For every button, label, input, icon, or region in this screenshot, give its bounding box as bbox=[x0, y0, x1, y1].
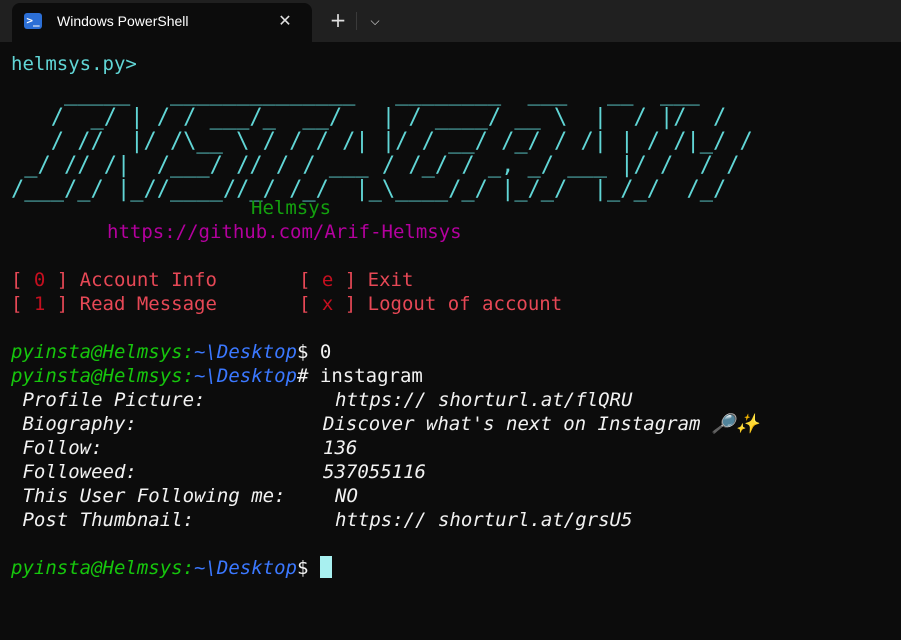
info-value: 537055116 bbox=[323, 461, 426, 483]
text-cursor bbox=[319, 556, 332, 578]
banner-line: /___/_/ |_//____//_/ /_/ |_\____/_/ |_/_… bbox=[11, 177, 727, 202]
command-line: pyinsta@Helmsys:~\Desktop$ 0 bbox=[11, 340, 331, 364]
prompt-symbol: $ bbox=[296, 341, 309, 363]
profile-dropdown-button[interactable]: ⌵ bbox=[362, 8, 388, 34]
command-text: 0 bbox=[308, 341, 332, 363]
banner-line: _____ ______________ ________ ___ __ ___ bbox=[11, 81, 700, 106]
info-value: NO bbox=[335, 485, 358, 507]
banner-line: _/ // /| /___/ // / / ___ / /_/ / _, _/ … bbox=[11, 153, 740, 178]
author-name: Helmsys bbox=[251, 197, 332, 219]
tab-title: Windows PowerShell bbox=[57, 13, 189, 29]
menu-row: [ 1 ] Read Message bbox=[11, 293, 217, 315]
script-prompt: helmsys.py> bbox=[11, 53, 137, 75]
menu-key: x bbox=[321, 293, 334, 315]
info-label: Follow: bbox=[11, 437, 103, 459]
prompt-symbol: $ bbox=[296, 557, 309, 579]
prompt-path: ~\Desktop bbox=[194, 557, 297, 579]
close-icon[interactable]: ✕ bbox=[274, 10, 296, 32]
prompt-user: pyinsta@Helmsys: bbox=[11, 557, 195, 579]
tab-divider bbox=[356, 12, 357, 30]
info-label: Biography: bbox=[11, 413, 137, 435]
powershell-icon: >_ bbox=[24, 13, 42, 29]
info-value: Discover what's next on Instagram 🔎✨ bbox=[323, 413, 760, 435]
menu-row: [ 0 ] Account Info bbox=[11, 269, 217, 291]
menu-key: 1 bbox=[33, 293, 46, 315]
terminal-output[interactable]: helmsys.py> _____ ______________ _______… bbox=[0, 42, 901, 640]
menu-label: Exit bbox=[367, 269, 414, 291]
prompt-path: ~\Desktop bbox=[194, 365, 297, 387]
prompt-user: pyinsta@Helmsys: bbox=[11, 365, 195, 387]
menu-key: e bbox=[321, 269, 334, 291]
prompt-symbol: # bbox=[296, 365, 309, 387]
info-value: 136 bbox=[323, 437, 358, 459]
menu-row: [ x ] Logout of account bbox=[299, 293, 563, 315]
prompt-path: ~\Desktop bbox=[194, 341, 297, 363]
info-label: This User Following me: bbox=[11, 485, 286, 507]
github-url: https://github.com/Arif-Helmsys bbox=[107, 221, 462, 243]
menu-label: Logout of account bbox=[367, 293, 563, 315]
new-tab-button[interactable]: + bbox=[324, 8, 352, 34]
command-line: pyinsta@Helmsys:~\Desktop# instagram bbox=[11, 364, 423, 388]
info-value: https:// shorturl.at/flQRU bbox=[335, 389, 633, 411]
menu-label: Account Info bbox=[79, 269, 217, 291]
tab-windows-powershell[interactable]: >_ Windows PowerShell ✕ bbox=[12, 3, 312, 42]
command-text: instagram bbox=[308, 365, 423, 387]
chevron-down-icon: ⌵ bbox=[370, 14, 380, 28]
info-label: Post Thumbnail: bbox=[11, 509, 195, 531]
info-label: Followeed: bbox=[11, 461, 137, 483]
menu-row: [ e ] Exit bbox=[299, 269, 414, 291]
active-prompt[interactable]: pyinsta@Helmsys:~\Desktop$ bbox=[11, 556, 332, 580]
banner-line: / // |/ /\__ \ / / / /| |/ / __/ /_/ / /… bbox=[11, 129, 753, 154]
banner-line: / _/ | / / ___/_ __/ | / ____/ __ \ | / … bbox=[11, 105, 727, 130]
title-bar: >_ Windows PowerShell ✕ + ⌵ bbox=[0, 0, 901, 42]
menu-key: 0 bbox=[33, 269, 46, 291]
info-value: https:// shorturl.at/grsU5 bbox=[335, 509, 633, 531]
plus-icon: + bbox=[329, 8, 347, 32]
prompt-user: pyinsta@Helmsys: bbox=[11, 341, 195, 363]
info-label: Profile Picture: bbox=[11, 389, 206, 411]
menu-label: Read Message bbox=[79, 293, 217, 315]
powershell-window: >_ Windows PowerShell ✕ + ⌵ helmsys.py> … bbox=[0, 0, 901, 640]
